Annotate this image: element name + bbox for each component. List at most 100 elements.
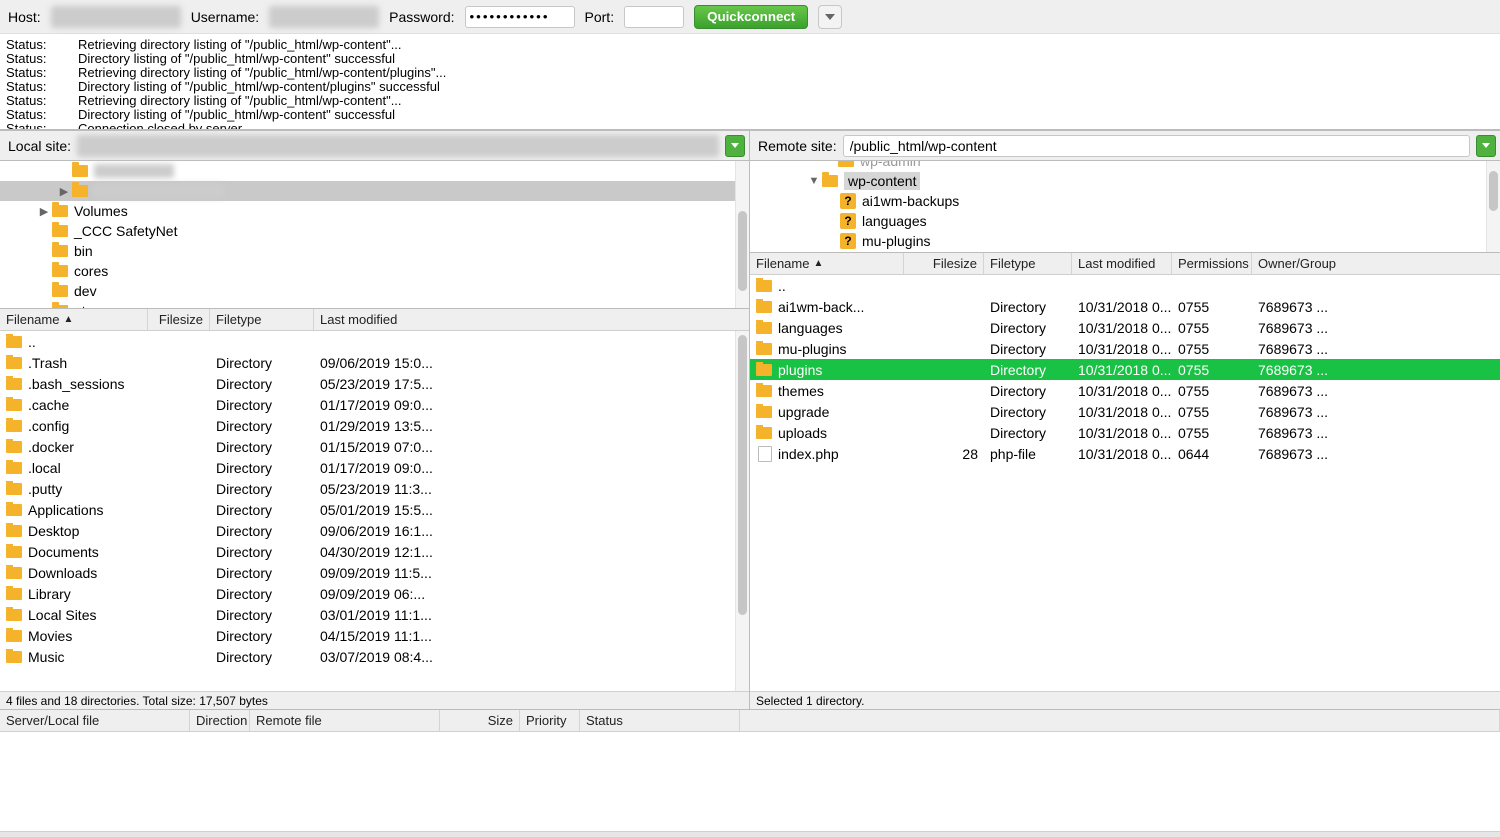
tree-item[interactable]: ▶etc [0,301,749,309]
col-filetype[interactable]: Filetype [216,312,262,327]
col-filename[interactable]: Filename [756,256,809,271]
list-item[interactable]: upgradeDirectory10/31/2018 0...075576896… [750,401,1500,422]
queue-body[interactable] [0,732,1500,831]
log-message: Directory listing of "/public_html/wp-co… [78,52,395,66]
disclosure-triangle-icon[interactable]: ▶ [36,205,52,218]
col-owner-group[interactable]: Owner/Group [1258,256,1336,271]
col-priority[interactable]: Priority [526,713,566,728]
folder-icon [6,651,22,663]
file-name: .Trash [28,355,67,371]
file-name: mu-plugins [778,341,846,357]
quickconnect-history-dropdown[interactable] [818,5,842,29]
list-item[interactable]: languagesDirectory10/31/2018 0...0755768… [750,317,1500,338]
tree-item[interactable]: bin [0,241,749,261]
local-columns-header[interactable]: Filename▲ Filesize Filetype Last modifie… [0,309,749,331]
tree-item[interactable]: ▶Volumes [0,201,749,221]
local-site-dropdown[interactable] [725,135,745,157]
remote-file-list[interactable]: ..ai1wm-back...Directory10/31/2018 0...0… [750,275,1500,691]
tree-item[interactable]: dev [0,281,749,301]
list-item[interactable]: LibraryDirectory09/09/2019 06:... [0,583,749,604]
port-input[interactable] [624,6,684,28]
list-item[interactable]: .localDirectory01/17/2019 09:0... [0,457,749,478]
list-item[interactable]: ApplicationsDirectory05/01/2019 15:5... [0,499,749,520]
list-item[interactable]: DocumentsDirectory04/30/2019 12:1... [0,541,749,562]
list-item[interactable]: mu-pluginsDirectory10/31/2018 0...075576… [750,338,1500,359]
list-item[interactable]: themesDirectory10/31/2018 0...0755768967… [750,380,1500,401]
list-item[interactable]: .TrashDirectory09/06/2019 15:0... [0,352,749,373]
file-permissions: 0755 [1172,341,1252,357]
local-file-list[interactable]: ...TrashDirectory09/06/2019 15:0....bash… [0,331,749,691]
tree-item[interactable]: ▼wp-content [750,171,1500,191]
col-filesize[interactable]: Filesize [159,312,203,327]
list-item[interactable]: .. [0,331,749,352]
log-label: Status: [6,38,58,52]
local-tree[interactable]: ▶▶Volumes_CCC SafetyNetbincoresdev▶etc [0,161,749,309]
list-item[interactable]: .. [750,275,1500,296]
scrollbar[interactable] [1486,161,1500,252]
col-lastmodified[interactable]: Last modified [320,312,397,327]
folder-icon [6,504,22,516]
unknown-folder-icon: ? [840,213,856,229]
col-status[interactable]: Status [586,713,623,728]
file-modified: 10/31/2018 0... [1072,425,1172,441]
tree-item[interactable]: ?ai1wm-backups [750,191,1500,211]
list-item[interactable]: .puttyDirectory05/23/2019 11:3... [0,478,749,499]
folder-icon [6,357,22,369]
list-item[interactable]: DownloadsDirectory09/09/2019 11:5... [0,562,749,583]
file-name: Applications [28,502,104,518]
list-item[interactable]: pluginsDirectory10/31/2018 0...075576896… [750,359,1500,380]
host-input[interactable] [51,6,181,28]
list-item[interactable]: ai1wm-back...Directory10/31/2018 0...075… [750,296,1500,317]
username-input[interactable] [269,6,379,28]
list-item[interactable]: uploadsDirectory10/31/2018 0...075576896… [750,422,1500,443]
tree-item[interactable]: _CCC SafetyNet [0,221,749,241]
list-item[interactable]: .bash_sessionsDirectory05/23/2019 17:5..… [0,373,749,394]
col-size[interactable]: Size [488,713,513,728]
list-item[interactable]: Local SitesDirectory03/01/2019 11:1... [0,604,749,625]
remote-columns-header[interactable]: Filename▲ Filesize Filetype Last modifie… [750,253,1500,275]
log-row: Status:Directory listing of "/public_htm… [6,52,1494,66]
quickconnect-button[interactable]: Quickconnect [694,5,808,29]
file-modified: 04/15/2019 11:1... [314,628,749,644]
file-modified: 10/31/2018 0... [1072,404,1172,420]
disclosure-triangle-icon[interactable]: ▶ [36,305,52,310]
folder-icon [72,165,88,177]
folder-icon [756,322,772,334]
col-filename[interactable]: Filename [6,312,59,327]
file-name: .cache [28,397,69,413]
file-permissions: 0644 [1172,446,1252,462]
password-input[interactable] [465,6,575,28]
file-type: Directory [984,425,1072,441]
log-message: Retrieving directory listing of "/public… [78,38,402,52]
scrollbar[interactable] [735,161,749,308]
tree-item[interactable]: ?languages [750,211,1500,231]
list-item[interactable]: MoviesDirectory04/15/2019 11:1... [0,625,749,646]
tree-item[interactable]: ?mu-plugins [750,231,1500,251]
file-type: Directory [984,362,1072,378]
file-modified: 04/30/2019 12:1... [314,544,749,560]
scrollbar[interactable] [735,331,749,691]
col-filetype[interactable]: Filetype [990,256,1036,271]
local-site-input[interactable] [77,135,719,157]
list-item[interactable]: .cacheDirectory01/17/2019 09:0... [0,394,749,415]
disclosure-triangle-icon[interactable]: ▶ [56,185,72,198]
list-item[interactable]: DesktopDirectory09/06/2019 16:1... [0,520,749,541]
disclosure-triangle-icon[interactable]: ▼ [806,175,822,187]
list-item[interactable]: .configDirectory01/29/2019 13:5... [0,415,749,436]
remote-site-input[interactable] [843,135,1470,157]
list-item[interactable]: .dockerDirectory01/15/2019 07:0... [0,436,749,457]
col-direction[interactable]: Direction [196,713,247,728]
remote-site-dropdown[interactable] [1476,135,1496,157]
tree-item[interactable]: cores [0,261,749,281]
queue-columns-header[interactable]: Server/Local file Direction Remote file … [0,710,1500,732]
col-permissions[interactable]: Permissions [1178,256,1249,271]
list-item[interactable]: MusicDirectory03/07/2019 08:4... [0,646,749,667]
col-lastmodified[interactable]: Last modified [1078,256,1155,271]
col-remote-file[interactable]: Remote file [256,713,322,728]
col-filesize[interactable]: Filesize [933,256,977,271]
col-server-local-file[interactable]: Server/Local file [6,713,99,728]
list-item[interactable]: index.php28php-file10/31/2018 0...064476… [750,443,1500,464]
remote-tree[interactable]: wp-admin▼wp-content?ai1wm-backups?langua… [750,161,1500,253]
window-footer [0,831,1500,837]
tree-item[interactable]: wp-admin [750,161,1500,171]
